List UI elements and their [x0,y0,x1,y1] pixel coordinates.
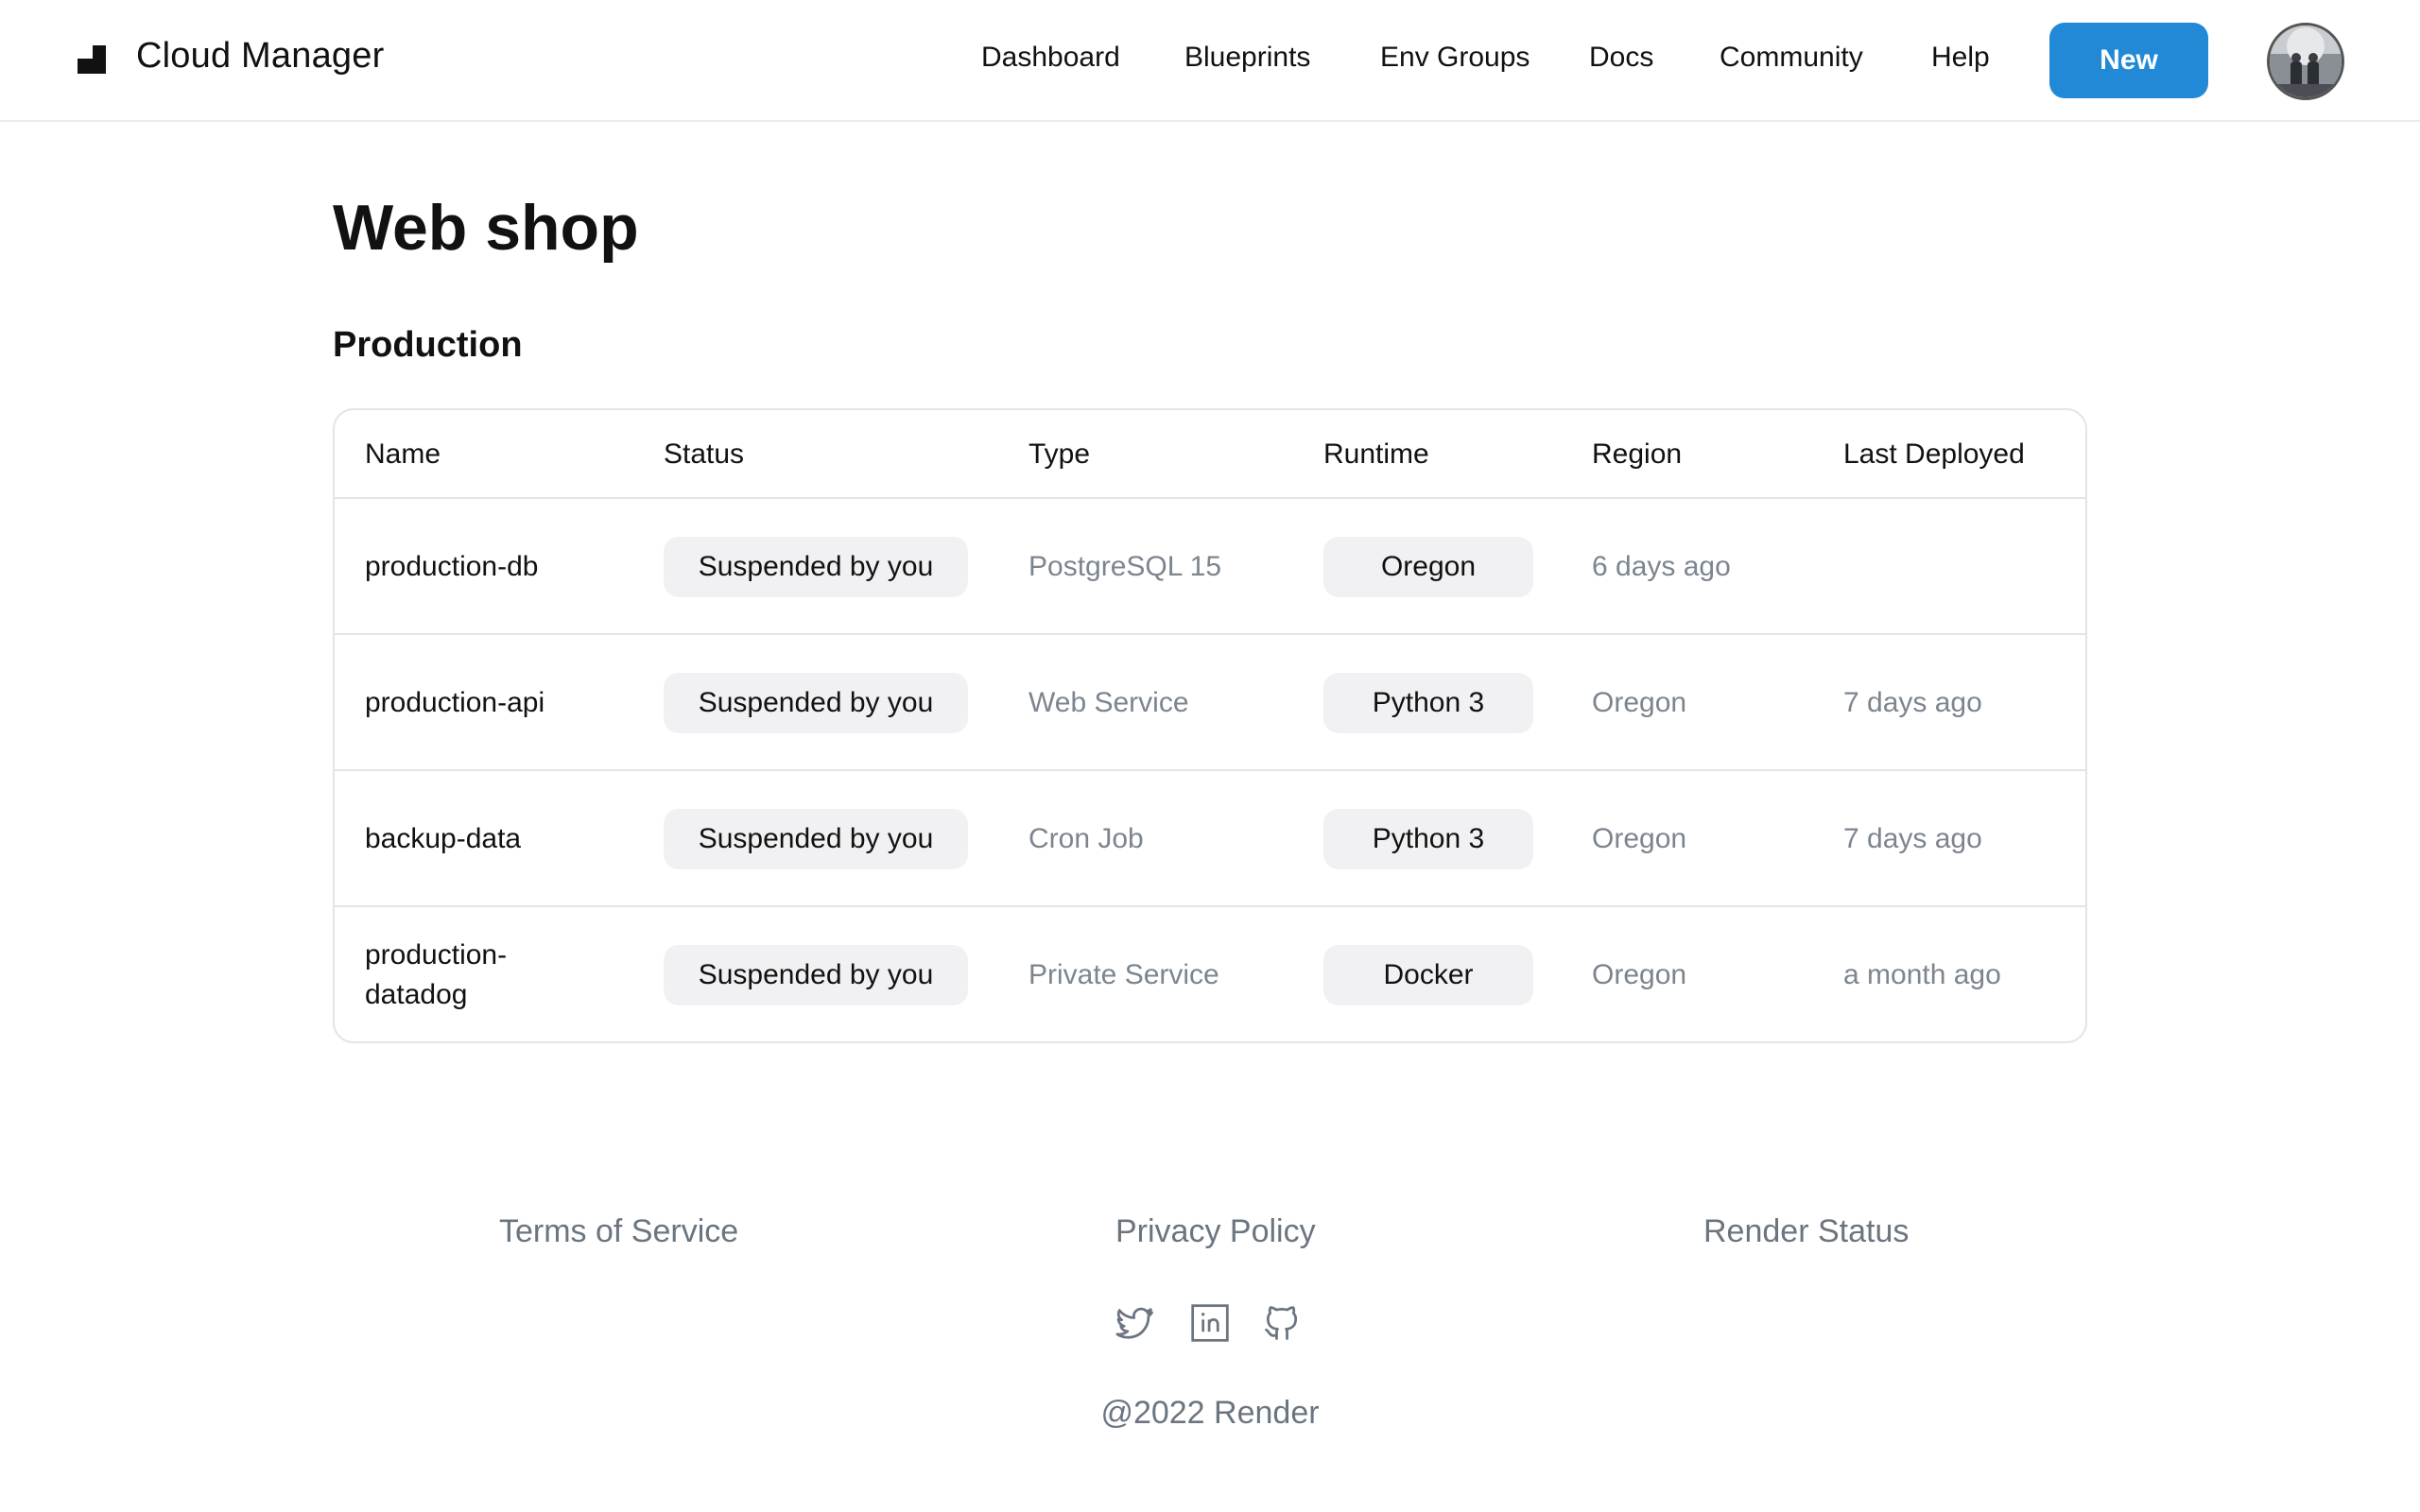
runtime-badge: Docker [1323,945,1533,1005]
nav-item-docs[interactable]: Docs [1589,42,1653,74]
status-badge: Suspended by you [664,945,968,1005]
status-badge: Suspended by you [664,537,968,597]
table-row[interactable]: production-db Suspended by you PostgreSQ… [335,499,2085,635]
nav-item-blueprints[interactable]: Blueprints [1184,42,1310,74]
table-row[interactable]: backup-data Suspended by you Cron Job Py… [335,771,2085,907]
copyright-text: @2022 Render [1100,1395,1320,1431]
section-title: Production [333,325,523,365]
service-region: 6 days ago [1592,551,1731,582]
service-name[interactable]: production-api [365,635,611,771]
new-button[interactable]: New [2049,23,2208,98]
footer-link-render-status[interactable]: Render Status [1703,1213,1909,1250]
column-header-runtime: Runtime [1323,438,1429,470]
twitter-icon[interactable] [1114,1302,1155,1344]
nav-item-community[interactable]: Community [1720,42,1863,74]
service-type: PostgreSQL 15 [1028,551,1222,582]
nav-item-help[interactable]: Help [1931,42,1990,74]
last-deployed: a month ago [1843,959,2001,990]
service-name[interactable]: backup-data [365,771,611,907]
column-header-region: Region [1592,438,1683,470]
service-region: Oregon [1592,959,1687,990]
top-nav-bar: Cloud Manager Dashboard Blueprints Env G… [0,0,2420,122]
brand-name[interactable]: Cloud Manager [136,36,384,77]
services-table: Name Status Type Runtime Region Last Dep… [333,408,2087,1043]
service-name[interactable]: production-datadog [365,907,554,1041]
column-header-status: Status [664,438,745,470]
status-badge: Suspended by you [664,673,968,733]
runtime-badge: Python 3 [1323,809,1533,869]
last-deployed: 7 days ago [1843,687,1982,718]
table-header: Name Status Type Runtime Region Last Dep… [335,410,2085,499]
footer-link-privacy[interactable]: Privacy Policy [1115,1213,1316,1250]
service-name[interactable]: production-db [365,499,611,635]
nav-item-env-groups[interactable]: Env Groups [1380,42,1530,74]
table-row[interactable]: production-datadog Suspended by you Priv… [335,907,2085,1041]
column-header-type: Type [1028,438,1091,470]
status-badge: Suspended by you [664,809,968,869]
table-row[interactable]: production-api Suspended by you Web Serv… [335,635,2085,771]
cloud-manager-logo-icon[interactable] [78,45,106,74]
footer-link-terms[interactable]: Terms of Service [499,1213,738,1250]
service-type: Web Service [1028,687,1189,718]
column-header-name: Name [365,438,441,470]
avatar[interactable] [2267,23,2344,100]
service-type: Cron Job [1028,823,1144,854]
column-header-last-deployed: Last Deployed [1843,438,2025,470]
avatar-image [2270,26,2342,97]
service-region: Oregon [1592,687,1687,718]
runtime-badge: Python 3 [1323,673,1533,733]
runtime-badge: Oregon [1323,537,1533,597]
nav-item-dashboard[interactable]: Dashboard [981,42,1120,74]
service-region: Oregon [1592,823,1687,854]
linkedin-icon[interactable] [1189,1302,1231,1344]
github-icon[interactable] [1261,1302,1303,1344]
page-title: Web shop [333,192,639,264]
service-type: Private Service [1028,959,1219,990]
last-deployed: 7 days ago [1843,823,1982,854]
